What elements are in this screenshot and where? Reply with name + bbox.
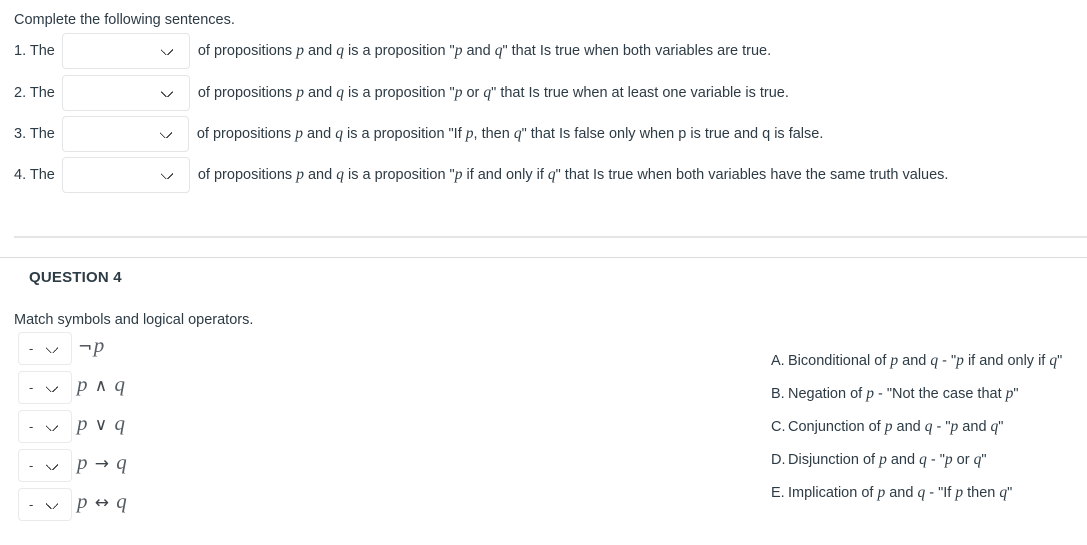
option-c: C. Conjunction of p and q - "p and q" (771, 418, 1004, 435)
sentence-3-number: 3. The (14, 125, 55, 142)
sentence-1-select[interactable] (61, 33, 190, 69)
match-select-2[interactable]: - (18, 371, 72, 404)
option-c-letter: C. (771, 419, 786, 435)
match-row: - p ↔ q (0, 486, 420, 525)
sentence-2-number: 2. The (14, 84, 55, 101)
sentence-3-text: of propositions p and q is a proposition… (196, 124, 824, 142)
sentence-3-select[interactable] (61, 116, 189, 152)
question-3-prompt: Complete the following sentences. (14, 12, 235, 28)
question-4-heading: QUESTION 4 (29, 269, 122, 286)
match-row: - p ∨ q (0, 408, 420, 447)
symbol-conjunction: p ∧ q (77, 372, 126, 396)
option-d: D. Disjunction of p and q - "p or q" (771, 451, 987, 468)
match-select-5[interactable]: - (18, 488, 72, 521)
sentence-row-4: 4. The of propositions p and q is a prop… (14, 157, 948, 193)
match-select-1[interactable]: - (18, 332, 72, 365)
option-b: B. Negation of p - "Not the case that p" (771, 385, 1019, 402)
sentence-4-select[interactable] (61, 157, 190, 193)
symbol-negation: ¬p (78, 333, 105, 357)
option-b-letter: B. (771, 386, 785, 402)
symbol-disjunction: p ∨ q (77, 411, 126, 435)
option-a-letter: A. (771, 353, 785, 369)
match-select-3[interactable]: - (18, 410, 72, 443)
sentence-1-number: 1. The (14, 42, 55, 59)
sentence-1-text: of propositions p and q is a proposition… (197, 41, 772, 59)
match-row: - p ∧ q (0, 369, 420, 408)
sentence-row-2: 2. The of propositions p and q is a prop… (14, 75, 789, 111)
option-d-letter: D. (771, 452, 786, 468)
sentence-2-select[interactable] (61, 75, 190, 111)
match-select-4[interactable]: - (18, 449, 72, 482)
question-4-prompt: Match symbols and logical operators. (14, 312, 254, 328)
match-option-list: A. Biconditional of p and q - "p if and o… (771, 353, 1087, 518)
option-e-letter: E. (771, 485, 785, 501)
match-row: - p → q (0, 447, 420, 486)
option-e: E. Implication of p and q - "If p then q" (771, 484, 1013, 501)
sentence-row-3: 3. The of propositions p and q is a prop… (14, 116, 823, 152)
sentence-row-1: 1. The of propositions p and q is a prop… (14, 33, 771, 69)
section-divider-inset (14, 236, 1087, 238)
symbol-biconditional: p ↔ q (77, 489, 128, 513)
question-4-section: QUESTION 4 Match symbols and logical ope… (0, 258, 1087, 545)
symbol-implication: p → q (77, 450, 128, 474)
sentence-4-number: 4. The (14, 166, 55, 183)
match-symbol-list: - ¬p - p ∧ q - p ∨ q - p → q - p ↔ q (0, 330, 420, 525)
sentence-2-text: of propositions p and q is a proposition… (197, 83, 789, 101)
option-a: A. Biconditional of p and q - "p if and o… (771, 352, 1063, 369)
sentence-4-text: of propositions p and q is a proposition… (197, 165, 949, 183)
match-row: - ¬p (0, 330, 420, 369)
